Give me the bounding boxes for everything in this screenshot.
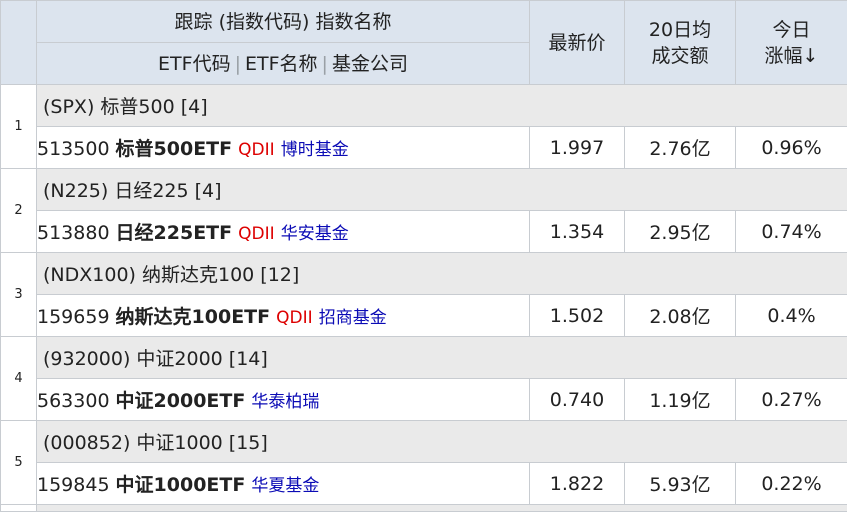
etf-code: 159659 <box>37 306 110 328</box>
table-row: 2 (N225) 日经225 [4] <box>0 168 847 253</box>
avg-volume-header[interactable]: 20日均 成交额 <box>624 0 736 85</box>
latest-price: 1.354 <box>529 210 625 253</box>
latest-price: 1.997 <box>529 126 625 169</box>
table-row: 3 (NDX100) 纳斯达克100 [12] <box>0 252 847 337</box>
table-row: 159845 中证1000ETF 华夏基金 1.822 5.93亿 0.22% <box>1 462 847 505</box>
fund-company-link[interactable]: 华安基金 <box>281 224 349 244</box>
latest-price-header[interactable]: 最新价 <box>529 0 625 85</box>
latest-price: 0.740 <box>529 378 625 421</box>
index-label: (NDX100) 纳斯达克100 [12] <box>36 252 847 295</box>
table-row: 1 (SPX) 标普500 [4] <box>0 84 847 169</box>
rank-cell: 4 <box>0 336 37 421</box>
table-row: 4 (932000) 中证2000 [14] <box>0 336 847 421</box>
table-row: 513880 日经225ETF QDII 华安基金 1.354 2.95亿 0.7… <box>1 210 847 253</box>
table-row <box>0 504 847 512</box>
avg-volume: 2.95亿 <box>624 210 736 253</box>
rank-cell: 5 <box>0 420 37 505</box>
fund-cell: 563300 中证2000ETF 华泰柏瑞 <box>36 378 530 421</box>
change-header-line1: 今日 <box>772 18 811 41</box>
header-separator: | <box>234 52 241 75</box>
header-separator: | <box>321 52 328 75</box>
index-label <box>36 504 847 512</box>
rank-header <box>0 0 37 85</box>
fund-company-link[interactable]: 招商基金 <box>319 308 387 328</box>
avg-volume: 1.19亿 <box>624 378 736 421</box>
fund-company-link[interactable]: 博时基金 <box>281 140 349 160</box>
etf-name-link[interactable]: 纳斯达克100ETF <box>116 306 271 328</box>
avg-volume: 2.08亿 <box>624 294 736 337</box>
index-label: (N225) 日经225 [4] <box>36 168 847 211</box>
index-label: (SPX) 标普500 [4] <box>36 84 847 127</box>
change-percent: 0.74% <box>735 210 847 253</box>
fund-cell: 159659 纳斯达克100ETF QDII 招商基金 <box>36 294 530 337</box>
rank-cell <box>0 504 37 512</box>
fund-company-link[interactable]: 华夏基金 <box>251 476 319 496</box>
table-row: 159659 纳斯达克100ETF QDII 招商基金 1.502 2.08亿 0… <box>1 294 847 337</box>
avg-volume-header-line2: 成交额 <box>651 44 709 67</box>
fund-cell: 159845 中证1000ETF 华夏基金 <box>36 462 530 505</box>
qdii-tag: QDII <box>238 224 275 244</box>
index-label: (000852) 中证1000 [15] <box>36 420 847 463</box>
table-row: 563300 中证2000ETF 华泰柏瑞 0.740 1.19亿 0.27% <box>1 378 847 421</box>
avg-volume-header-line1: 20日均 <box>648 18 712 41</box>
change-percent: 0.4% <box>735 294 847 337</box>
index-header[interactable]: 跟踪 (指数代码) 指数名称 <box>36 0 530 43</box>
etf-name-header[interactable]: ETF名称 <box>245 53 318 75</box>
etf-code: 513500 <box>37 138 110 160</box>
etf-code-header[interactable]: ETF代码 <box>158 53 231 75</box>
change-header[interactable]: 今日 涨幅↓ <box>735 0 847 85</box>
table-row: 5 (000852) 中证1000 [15] <box>0 420 847 505</box>
avg-volume: 2.76亿 <box>624 126 736 169</box>
etf-subheader: ETF代码 | ETF名称 | 基金公司 <box>36 42 530 85</box>
latest-price: 1.822 <box>529 462 625 505</box>
change-percent: 0.96% <box>735 126 847 169</box>
fund-company-header[interactable]: 基金公司 <box>332 53 408 75</box>
table-row: 513500 标普500ETF QDII 博时基金 1.997 2.76亿 0.9… <box>1 126 847 169</box>
etf-code: 513880 <box>37 222 110 244</box>
etf-code: 159845 <box>37 474 110 496</box>
rank-cell: 3 <box>0 252 37 337</box>
rank-cell: 1 <box>0 84 37 169</box>
change-percent: 0.27% <box>735 378 847 421</box>
fund-cell: 513880 日经225ETF QDII 华安基金 <box>36 210 530 253</box>
avg-volume: 5.93亿 <box>624 462 736 505</box>
etf-name-link[interactable]: 标普500ETF <box>116 138 233 160</box>
etf-name-link[interactable]: 中证1000ETF <box>116 474 246 496</box>
qdii-tag: QDII <box>238 140 275 160</box>
etf-name-link[interactable]: 日经225ETF <box>116 222 233 244</box>
qdii-tag: QDII <box>276 308 313 328</box>
etf-name-link[interactable]: 中证2000ETF <box>116 390 246 412</box>
latest-price: 1.502 <box>529 294 625 337</box>
etf-code: 563300 <box>37 390 110 412</box>
rank-cell: 2 <box>0 168 37 253</box>
etf-ranking-table: 跟踪 (指数代码) 指数名称 最新价 20日均 成交额 今日 涨幅↓ ETF代码… <box>0 0 847 512</box>
index-label: (932000) 中证2000 [14] <box>36 336 847 379</box>
change-percent: 0.22% <box>735 462 847 505</box>
fund-cell: 513500 标普500ETF QDII 博时基金 <box>36 126 530 169</box>
change-header-line2: 涨幅↓ <box>764 44 819 67</box>
fund-company-link[interactable]: 华泰柏瑞 <box>251 392 319 412</box>
